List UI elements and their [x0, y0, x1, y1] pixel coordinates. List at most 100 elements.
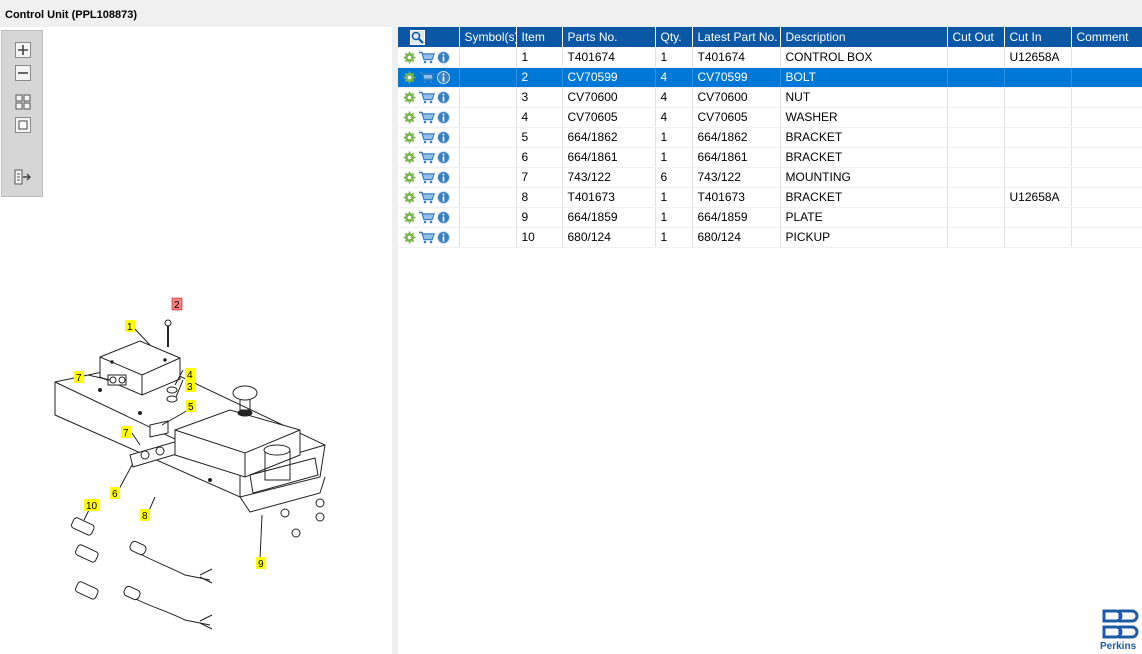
cell-cut-in	[1004, 87, 1072, 108]
cell-description: MOUNTING	[780, 167, 948, 188]
cell-qty: 4	[655, 107, 693, 128]
fit-all-button[interactable]	[13, 93, 32, 110]
cell-item: 10	[516, 227, 563, 248]
info-icon[interactable]	[437, 50, 450, 64]
cell-parts-no: CV70605	[562, 107, 656, 128]
column-header-cut-in[interactable]: Cut In	[1004, 27, 1072, 47]
table-row[interactable]: 9 664/1859 1 664/1859 PLATE	[398, 207, 1142, 228]
cell-cut-out	[947, 47, 1005, 68]
info-icon[interactable]	[437, 151, 450, 165]
cell-parts-no: CV70599	[562, 67, 656, 88]
cell-item: 5	[516, 127, 563, 148]
add-to-cart-icon[interactable]	[418, 151, 435, 164]
add-to-cart-icon[interactable]	[418, 51, 435, 64]
add-to-cart-icon[interactable]	[418, 211, 435, 224]
cell-symbols	[459, 127, 517, 148]
info-icon[interactable]	[437, 231, 450, 245]
info-icon[interactable]	[437, 191, 450, 205]
cell-symbols	[459, 47, 517, 68]
cell-description: PLATE	[780, 207, 948, 228]
parts-table-body: 1 T401674 1 T401674 CONTROL BOX U12658A 2 CV705…	[398, 47, 1142, 248]
column-header-description[interactable]: Description	[780, 27, 948, 47]
add-to-cart-icon[interactable]	[418, 91, 435, 104]
table-row[interactable]: 1 T401674 1 T401674 CONTROL BOX U12658A	[398, 47, 1142, 68]
column-header-symbols[interactable]: Symbol(s)	[459, 27, 517, 47]
table-row[interactable]: 8 T401673 1 T401673 BRACKET U12658A	[398, 187, 1142, 208]
actual-size-button[interactable]	[13, 116, 32, 133]
cell-item: 2	[516, 67, 563, 88]
cell-parts-no: 664/1859	[562, 207, 656, 228]
row-actions	[398, 227, 460, 248]
add-to-cart-icon[interactable]	[418, 171, 435, 184]
column-header-item[interactable]: Item	[516, 27, 563, 47]
cell-symbols	[459, 227, 517, 248]
cell-item: 7	[516, 167, 563, 188]
column-header-latest-part-no[interactable]: Latest Part No.	[692, 27, 781, 47]
cell-cut-out	[947, 127, 1005, 148]
cell-qty: 4	[655, 87, 693, 108]
settings-gear-icon[interactable]	[403, 111, 416, 124]
cell-qty: 1	[655, 227, 693, 248]
column-header-qty[interactable]: Qty.	[655, 27, 693, 47]
cell-qty: 1	[655, 47, 693, 68]
info-icon[interactable]	[437, 71, 450, 85]
table-row[interactable]: 4 CV70605 4 CV70605 WASHER	[398, 107, 1142, 128]
table-row[interactable]: 5 664/1862 1 664/1862 BRACKET	[398, 127, 1142, 148]
drawing-toolbox	[1, 30, 43, 197]
cell-symbols	[459, 87, 517, 108]
cell-symbols	[459, 107, 517, 128]
cell-symbols	[459, 147, 517, 168]
column-header-cut-out[interactable]: Cut Out	[947, 27, 1005, 47]
svg-text:8: 8	[142, 511, 148, 522]
table-row[interactable]: 7 743/122 6 743/122 MOUNTING	[398, 167, 1142, 188]
cell-comment	[1071, 127, 1142, 148]
add-to-cart-icon[interactable]	[418, 131, 435, 144]
info-icon[interactable]	[437, 211, 450, 225]
export-button[interactable]	[13, 168, 32, 185]
add-to-cart-icon[interactable]	[418, 111, 435, 124]
cell-latest-part-no: CV70600	[692, 87, 781, 108]
info-icon[interactable]	[437, 131, 450, 145]
cell-latest-part-no: 664/1861	[692, 147, 781, 168]
settings-gear-icon[interactable]	[403, 71, 416, 84]
actual-size-icon	[14, 116, 31, 133]
info-icon[interactable]	[437, 91, 450, 105]
column-header-parts-no[interactable]: Parts No.	[562, 27, 656, 47]
zoom-in-button[interactable]	[13, 41, 32, 58]
exploded-parts-diagram[interactable]: 2 1 7 4 3 5 7 6 8 10 9	[0, 265, 392, 654]
svg-text:7: 7	[76, 373, 82, 384]
settings-gear-icon[interactable]	[403, 171, 416, 184]
zoom-out-button[interactable]	[13, 64, 32, 81]
table-row[interactable]: 6 664/1861 1 664/1861 BRACKET	[398, 147, 1142, 168]
info-icon[interactable]	[437, 171, 450, 185]
cell-parts-no: CV70600	[562, 87, 656, 108]
table-row[interactable]: 10 680/124 1 680/124 PICKUP	[398, 227, 1142, 248]
cell-parts-no: T401673	[562, 187, 656, 208]
add-to-cart-icon[interactable]	[418, 231, 435, 244]
cell-item: 3	[516, 87, 563, 108]
cell-comment	[1071, 207, 1142, 228]
column-header-comment[interactable]: Comment	[1071, 27, 1142, 47]
settings-gear-icon[interactable]	[403, 51, 416, 64]
column-header-actions[interactable]	[398, 27, 460, 47]
add-to-cart-icon[interactable]	[418, 71, 435, 84]
add-to-cart-icon[interactable]	[418, 191, 435, 204]
cell-cut-in: U12658A	[1004, 47, 1072, 68]
cell-comment	[1071, 227, 1142, 248]
drawing-pane[interactable]: 2 1 7 4 3 5 7 6 8 10 9	[0, 27, 392, 654]
table-row[interactable]: 2 CV70599 4 CV70599 BOLT	[398, 67, 1142, 88]
cell-cut-in	[1004, 67, 1072, 88]
settings-gear-icon[interactable]	[403, 191, 416, 204]
settings-gear-icon[interactable]	[403, 131, 416, 144]
zoom-out-icon	[14, 64, 31, 81]
cell-item: 6	[516, 147, 563, 168]
svg-text:6: 6	[112, 489, 118, 500]
settings-gear-icon[interactable]	[403, 231, 416, 244]
table-row[interactable]: 3 CV70600 4 CV70600 NUT	[398, 87, 1142, 108]
svg-text:10: 10	[86, 501, 98, 512]
settings-gear-icon[interactable]	[403, 211, 416, 224]
settings-gear-icon[interactable]	[403, 91, 416, 104]
info-icon[interactable]	[437, 111, 450, 125]
window-titlebar: Control Unit (PPL108873)	[0, 0, 1142, 27]
settings-gear-icon[interactable]	[403, 151, 416, 164]
